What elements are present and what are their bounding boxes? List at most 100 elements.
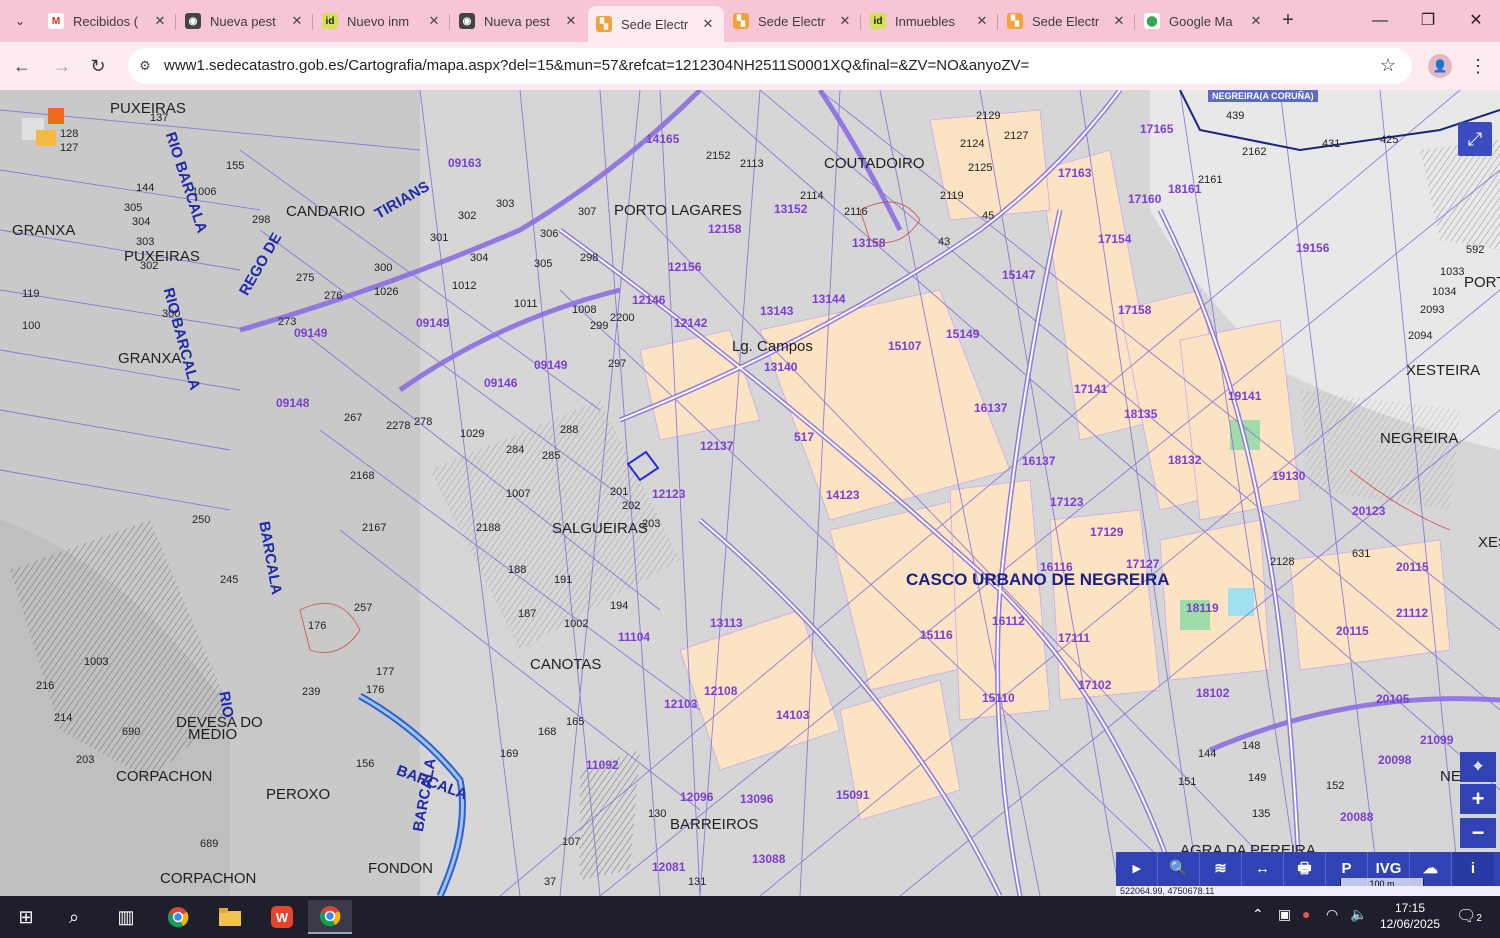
parcel-number-label: 690 bbox=[122, 726, 141, 738]
start-icon[interactable]: ⊞ bbox=[4, 900, 48, 934]
tab-close-icon[interactable]: ✕ bbox=[289, 13, 305, 29]
wps-office-icon[interactable]: W bbox=[260, 900, 304, 934]
parcel-code-label: 17127 bbox=[1126, 557, 1160, 571]
print-icon[interactable]: 🖶 bbox=[1284, 852, 1326, 886]
tab-close-icon[interactable]: ✕ bbox=[426, 13, 442, 29]
tab-label: Google Ma bbox=[1169, 13, 1233, 29]
minimize-button[interactable]: — bbox=[1356, 0, 1404, 42]
parcel-number-label: 305 bbox=[534, 258, 553, 270]
browser-menu-button[interactable]: ⋮ bbox=[1466, 52, 1490, 80]
task-view-icon[interactable]: ▥ bbox=[104, 900, 148, 934]
parcel-number-label: 301 bbox=[430, 232, 449, 244]
parcel-number-label: 276 bbox=[324, 290, 343, 302]
browser-tab[interactable]: ▚ Sede Electr ✕ bbox=[725, 6, 861, 36]
search-icon[interactable]: ⌕ bbox=[52, 900, 96, 934]
tab-close-icon[interactable]: ✕ bbox=[974, 13, 990, 29]
parcel-number-label: 689 bbox=[200, 838, 219, 850]
tab-label: Sede Electr bbox=[621, 16, 689, 32]
tab-close-icon[interactable]: ✕ bbox=[563, 13, 579, 29]
parcel-code-label: 12146 bbox=[632, 293, 666, 307]
browser-tab[interactable]: ⬤ Google Ma ✕ bbox=[1136, 6, 1272, 36]
site-info-icon[interactable]: ⚙ bbox=[136, 57, 154, 75]
parcel-code-label: 19141 bbox=[1228, 389, 1262, 403]
info-icon[interactable]: i bbox=[1452, 852, 1494, 886]
parcel-number-label: 2116 bbox=[844, 206, 868, 218]
map-toolbar: ▸ 🔍 ≋ ↔ 🖶 P IVG ☁ i bbox=[1116, 852, 1500, 886]
clock-date: 12/06/2025 bbox=[1379, 917, 1441, 931]
parcel-number-label: 1029 bbox=[460, 428, 485, 440]
volume-icon[interactable]: 🔈 bbox=[1350, 906, 1367, 923]
maximize-button[interactable]: ❐ bbox=[1404, 0, 1452, 42]
parcel-number-label: 257 bbox=[354, 602, 373, 614]
chrome-active-icon[interactable] bbox=[308, 900, 352, 934]
parcel-number-label: 1034 bbox=[1432, 286, 1457, 298]
parcel-code-label: 14123 bbox=[826, 488, 860, 502]
parcel-number-label: 2127 bbox=[1004, 130, 1029, 142]
wifi-icon[interactable]: ◠ bbox=[1326, 906, 1338, 923]
place-name-label: XESTEIRA bbox=[1406, 362, 1481, 379]
browser-tab[interactable]: ◉ Nueva pest ✕ bbox=[177, 6, 313, 36]
cadastral-map[interactable]: NEGREIRA(A CORUÑA) 137 128 127 155 1006 144 30… bbox=[0, 90, 1500, 896]
browser-tab[interactable]: id Inmuebles ✕ bbox=[862, 6, 998, 36]
tab-close-icon[interactable]: ✕ bbox=[1111, 13, 1127, 29]
place-name-label: PORTO bbox=[1464, 274, 1500, 291]
parcel-code-label: 14103 bbox=[776, 708, 810, 722]
gmail-icon: M bbox=[48, 13, 64, 29]
zoom-in-button[interactable]: + bbox=[1460, 784, 1496, 814]
close-window-button[interactable]: ✕ bbox=[1452, 0, 1500, 42]
tab-close-icon[interactable]: ✕ bbox=[152, 13, 168, 29]
reload-button[interactable]: ↻ bbox=[86, 54, 110, 78]
parcel-number-label: 144 bbox=[1198, 748, 1217, 760]
parcel-code-label: 13088 bbox=[752, 852, 786, 866]
notifications-icon[interactable]: 🗨2 bbox=[1454, 902, 1484, 932]
parcel-number-label: 305 bbox=[124, 202, 143, 214]
zoom-out-button[interactable]: − bbox=[1460, 818, 1496, 848]
parcel-code-label: 15149 bbox=[946, 327, 980, 341]
parcel-code-label: 20105 bbox=[1376, 692, 1410, 706]
url-text[interactable]: www1.sedecatastro.gob.es/Cartografia/map… bbox=[164, 57, 1029, 74]
tray-chevron-icon[interactable]: ⌃ bbox=[1252, 906, 1264, 923]
tab-close-icon[interactable]: ✕ bbox=[837, 13, 853, 29]
browser-tab[interactable]: id Nuevo inm ✕ bbox=[314, 6, 450, 36]
taskbar-clock[interactable]: 17:15 12/06/2025 bbox=[1378, 900, 1442, 932]
address-bar[interactable]: ⚙ www1.sedecatastro.gob.es/Cartografia/m… bbox=[128, 48, 1412, 84]
parcel-number-label: 2152 bbox=[706, 150, 731, 162]
meet-now-icon[interactable]: ▣ bbox=[1278, 906, 1291, 923]
profile-avatar[interactable]: 👤 bbox=[1428, 54, 1452, 78]
expand-panel-icon[interactable]: ▸ bbox=[1116, 852, 1158, 886]
parcel-number-label: 278 bbox=[414, 416, 433, 428]
parcel-number-label: 194 bbox=[610, 600, 629, 612]
browser-tab[interactable]: ▚ Sede Electr ✕ bbox=[999, 6, 1135, 36]
locate-icon[interactable]: ⌖ bbox=[1460, 752, 1496, 782]
tab-close-icon[interactable]: ✕ bbox=[700, 16, 716, 32]
bookmark-star-icon[interactable]: ☆ bbox=[1380, 55, 1396, 76]
parcel-number-label: 1033 bbox=[1440, 266, 1465, 278]
measure-icon[interactable]: ↔ bbox=[1242, 852, 1284, 886]
layers-icon[interactable]: ≋ bbox=[1200, 852, 1242, 886]
new-tab-button[interactable]: + bbox=[1276, 9, 1300, 33]
parcel-number-label: 302 bbox=[458, 210, 477, 222]
tab-separator bbox=[175, 14, 176, 30]
tab-close-icon[interactable]: ✕ bbox=[1248, 13, 1264, 29]
parcel-code-label: 12108 bbox=[704, 684, 738, 698]
tab-search-button[interactable]: ⌄ bbox=[8, 9, 32, 33]
svg-text:W: W bbox=[276, 910, 289, 925]
forward-button[interactable]: → bbox=[50, 54, 74, 78]
security-alert-icon[interactable]: ● bbox=[1302, 906, 1310, 922]
parcel-number-label: 2200 bbox=[610, 312, 635, 324]
browser-tab[interactable]: ◉ Nueva pest ✕ bbox=[451, 6, 587, 36]
back-button[interactable]: ← bbox=[10, 54, 34, 78]
parcel-code-label: 18161 bbox=[1168, 182, 1202, 196]
chrome-taskbar-icon[interactable] bbox=[156, 900, 200, 934]
fullscreen-icon[interactable]: ⤢ bbox=[1458, 122, 1492, 156]
browser-tab[interactable]: M Recibidos (✕ bbox=[40, 6, 176, 36]
tab-separator bbox=[1134, 14, 1135, 30]
parcel-code-label: 20123 bbox=[1352, 504, 1386, 518]
browser-tab[interactable]: ▚ Sede Electr ✕ bbox=[588, 6, 724, 42]
catastro-icon: ▚ bbox=[1007, 13, 1023, 29]
search-icon[interactable]: 🔍 bbox=[1158, 852, 1200, 886]
place-name-label: GRANXA bbox=[12, 222, 76, 239]
file-explorer-icon[interactable] bbox=[208, 900, 252, 934]
parcel-number-label: 250 bbox=[192, 514, 211, 526]
parcel-number-label: 304 bbox=[470, 252, 489, 264]
